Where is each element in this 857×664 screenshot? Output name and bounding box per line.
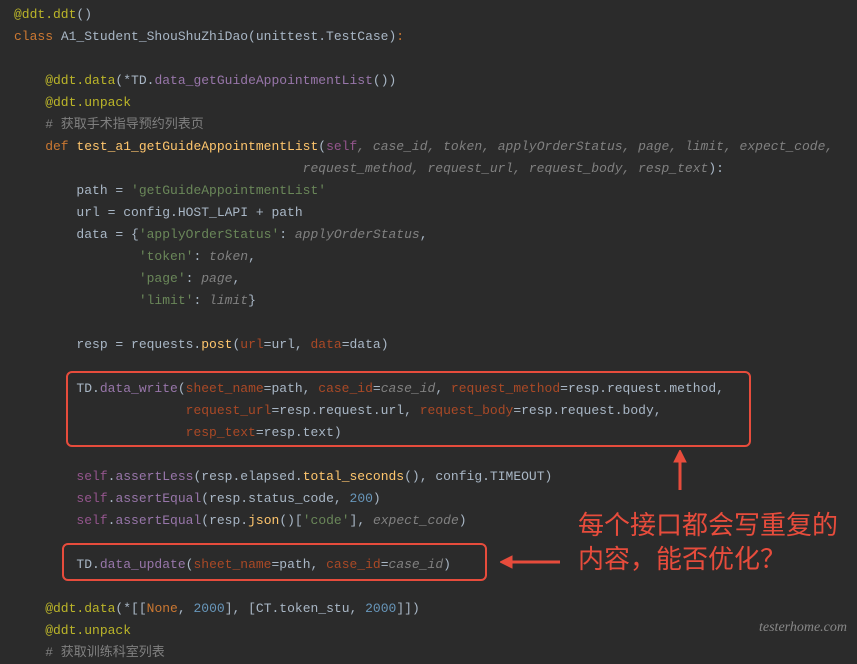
code-line: url = config.HOST_LAPI + path: [14, 202, 857, 224]
code-line: request_url=resp.request.url, request_bo…: [14, 400, 857, 422]
watermark: testerhome.com: [759, 617, 847, 639]
code-line: [14, 444, 857, 466]
arrow-left-icon: [500, 552, 560, 572]
code-line: 'page': page,: [14, 268, 857, 290]
code-line: [14, 312, 857, 334]
code-line: self.assertLess(resp.elapsed.total_secon…: [14, 466, 857, 488]
arrow-up-icon: [670, 450, 690, 490]
code-line: def test_a1_getGuideAppointmentList(self…: [14, 136, 857, 158]
code-line: class A1_Student_ShouShuZhiDao(unittest.…: [14, 26, 857, 48]
code-line: @ddt.data(*TD.data_getGuideAppointmentLi…: [14, 70, 857, 92]
code-line: [14, 356, 857, 378]
code-line: request_method, request_url, request_bod…: [14, 158, 857, 180]
code-line: 'limit': limit}: [14, 290, 857, 312]
code-line: @ddt.ddt(): [14, 4, 857, 26]
code-line: path = 'getGuideAppointmentList': [14, 180, 857, 202]
code-line: @ddt.unpack: [14, 620, 857, 642]
code-line: data = {'applyOrderStatus': applyOrderSt…: [14, 224, 857, 246]
code-line: [14, 48, 857, 70]
code-line: self.assertEqual(resp.status_code, 200): [14, 488, 857, 510]
code-line: [14, 576, 857, 598]
annotation-text: 每个接口都会写重复的内容，能否优化？: [578, 508, 838, 576]
code-line: @ddt.unpack: [14, 92, 857, 114]
code-line: @ddt.data(*[[None, 2000], [CT.token_stu,…: [14, 598, 857, 620]
code-line: # 获取手术指导预约列表页: [14, 114, 857, 136]
code-line: resp_text=resp.text): [14, 422, 857, 444]
code-line: # 获取训练科室列表: [14, 642, 857, 664]
code-line: 'token': token,: [14, 246, 857, 268]
code-line: resp = requests.post(url=url, data=data): [14, 334, 857, 356]
code-line: TD.data_write(sheet_name=path, case_id=c…: [14, 378, 857, 400]
